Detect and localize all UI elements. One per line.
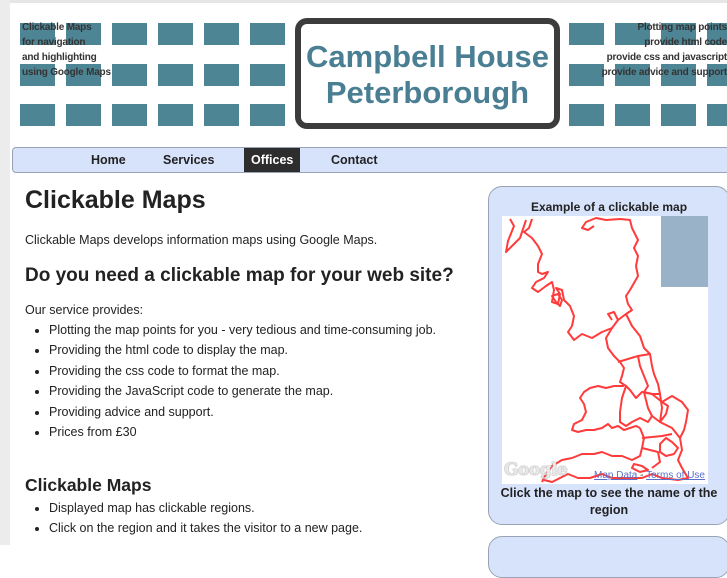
header-tile <box>158 104 193 126</box>
list-item: Plotting the map points for you - very t… <box>49 322 449 339</box>
tagline-line: Clickable Maps <box>22 22 92 33</box>
tagline-line: provide advice and support <box>601 67 727 78</box>
header-tile <box>158 64 193 86</box>
nav-services[interactable]: Services <box>156 148 221 172</box>
tagline-line: Plotting map points <box>637 22 727 33</box>
map-outline-scotland <box>523 217 639 341</box>
header-tile <box>615 104 650 126</box>
service-lead: Our service provides: <box>25 303 144 317</box>
list-item: Click on the region and it takes the vis… <box>49 520 449 537</box>
map-outline-wales <box>571 385 641 433</box>
google-logo: Google <box>504 460 568 480</box>
map-attribution: Map Data - Terms of Use <box>594 470 705 481</box>
map-outline-london <box>659 437 679 457</box>
header-tile <box>66 104 101 126</box>
header-tile <box>204 64 239 86</box>
header-tile <box>250 64 285 86</box>
header-tile <box>112 23 147 45</box>
example-map-panel: Example of a clickable map Google Map Da… <box>488 186 727 525</box>
header-tile <box>707 104 727 126</box>
logo-line-1: Campbell House <box>306 39 549 74</box>
header-tile <box>569 23 604 45</box>
section-heading-service: Do you need a clickable map for your web… <box>25 265 454 286</box>
tagline-line: and highlighting <box>22 52 97 63</box>
main-nav: Home Services Offices Contact <box>12 147 727 173</box>
list-item: Prices from £30 <box>49 424 449 441</box>
clickable-features-list: Displayed map has clickable regions. Cli… <box>25 500 449 541</box>
header-tile <box>250 104 285 126</box>
tagline-line: provide css and javascript <box>606 52 727 63</box>
header-tile <box>661 104 696 126</box>
header-tile <box>112 64 147 86</box>
intro-text: Clickable Maps develops information maps… <box>25 233 378 247</box>
map-outline-south-coast-line <box>641 447 661 469</box>
map-outline-south-east-line <box>641 433 673 439</box>
logo-line-2: Peterborough <box>325 75 530 110</box>
header-tile <box>569 104 604 126</box>
list-item: Providing the css code to format the map… <box>49 363 449 380</box>
attribution-separator: - <box>637 470 647 481</box>
map-outline-forth <box>607 311 619 321</box>
header-left-tagline: Clickable Maps for navigation and highli… <box>22 20 111 80</box>
header-tile <box>250 23 285 45</box>
map-caption: Click the map to see the name of the reg… <box>500 486 718 517</box>
section-heading-clickable: Clickable Maps <box>25 475 152 495</box>
map-panel-title: Example of a clickable map <box>530 200 688 214</box>
service-list: Plotting the map points for you - very t… <box>25 322 449 444</box>
map-outline-north-region-line <box>617 353 651 363</box>
terms-of-use-link[interactable]: Terms of Use <box>646 470 705 481</box>
page-title: Clickable Maps <box>25 186 206 214</box>
sidebar-panel-2 <box>488 536 727 578</box>
map-outline-yorkshire-line <box>637 355 649 393</box>
window-left-edge <box>0 0 10 545</box>
list-item: Displayed map has clickable regions. <box>49 500 449 517</box>
nav-contact[interactable]: Contact <box>324 148 385 172</box>
header-tile <box>569 64 604 86</box>
header-tile <box>20 104 55 126</box>
list-item: Providing advice and support. <box>49 404 449 421</box>
list-item: Providing the JavaScript code to generat… <box>49 383 449 400</box>
header-tile <box>112 104 147 126</box>
clickable-map[interactable]: Google Map Data - Terms of Use <box>502 216 708 484</box>
tagline-line: using Google Maps <box>22 67 111 78</box>
site-logo[interactable]: Campbell House Peterborough <box>295 18 560 129</box>
map-data-link[interactable]: Map Data <box>594 470 637 481</box>
window-top-edge <box>0 0 727 3</box>
header-right-tagline: Plotting map points provide html code pr… <box>602 20 727 80</box>
region-outlines[interactable] <box>502 216 708 484</box>
header-tile <box>158 23 193 45</box>
tagline-line: for navigation <box>22 37 86 48</box>
header-tile <box>204 23 239 45</box>
nav-home[interactable]: Home <box>84 148 133 172</box>
tagline-line: provide html code <box>644 37 727 48</box>
map-outline-scotland-west <box>505 218 527 253</box>
nav-offices[interactable]: Offices <box>244 148 301 172</box>
list-item: Providing the html code to display the m… <box>49 342 449 359</box>
header-tile <box>204 104 239 126</box>
